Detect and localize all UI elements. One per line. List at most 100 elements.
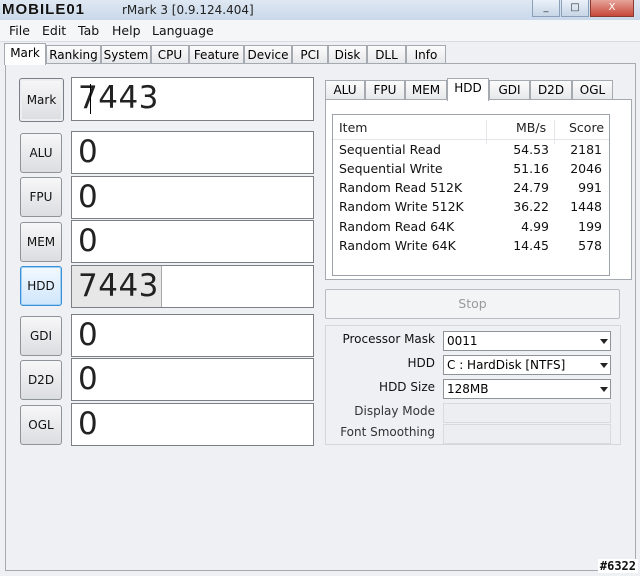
tab-device[interactable]: Device <box>244 45 292 64</box>
result-score: 1448 <box>570 199 602 214</box>
alu-score-value: 0 <box>78 133 99 170</box>
result-item: Random Write 512K <box>339 199 464 214</box>
result-score: 578 <box>578 238 602 253</box>
processor-mask-select[interactable]: 0011 <box>443 331 611 351</box>
hdd-select[interactable]: C : HardDisk [NTFS] <box>443 355 611 375</box>
result-row[interactable]: Sequential Write 51.16 2046 <box>333 160 609 179</box>
result-item: Random Read 512K <box>339 180 463 195</box>
hdd-score-box: 7443 <box>71 265 314 308</box>
watermark-logo: MOBILE01 <box>2 1 86 18</box>
subtab-d2d[interactable]: D2D <box>530 80 572 100</box>
subtab-gdi[interactable]: GDI <box>489 80 530 100</box>
hdd-value: C : HardDisk [NTFS] <box>447 358 566 372</box>
tab-disk[interactable]: Disk <box>328 45 367 64</box>
result-score: 2046 <box>570 161 602 176</box>
fpu-button-label: FPU <box>29 190 53 204</box>
display-mode-label: Display Mode <box>354 404 435 418</box>
mark-button[interactable]: Mark <box>19 78 64 122</box>
mem-score-value: 0 <box>78 222 99 259</box>
tab-ranking[interactable]: Ranking <box>46 45 101 64</box>
ogl-score-box: 0 <box>71 403 314 446</box>
fpu-score-box: 0 <box>71 176 314 219</box>
result-mbs: 54.53 <box>513 142 549 157</box>
subtab-hdd[interactable]: HDD <box>447 78 489 101</box>
maximize-button[interactable]: □ <box>561 0 589 17</box>
text-caret <box>90 84 91 114</box>
tab-mark[interactable]: Mark <box>4 43 46 65</box>
hdd-score-value: 7443 <box>78 267 159 304</box>
d2d-button[interactable]: D2D <box>20 360 62 400</box>
subtab-fpu[interactable]: FPU <box>365 80 405 100</box>
main-tab-strip: Mark Ranking System CPU Feature Device P… <box>4 43 636 65</box>
tab-dll[interactable]: DLL <box>367 45 406 64</box>
mark-score-box: 7443 <box>71 77 314 121</box>
menu-file[interactable]: File <box>9 20 30 41</box>
mem-score-box: 0 <box>71 220 314 263</box>
result-mbs: 4.99 <box>521 219 549 234</box>
fpu-button[interactable]: FPU <box>20 177 62 217</box>
window-title: rMark 3 [0.9.124.404] <box>122 3 254 17</box>
header-mbs[interactable]: MB/s <box>516 120 546 135</box>
close-button[interactable]: X <box>590 0 634 17</box>
hdd-results-list[interactable]: Item MB/s Score Sequential Read 54.53 21… <box>332 114 610 276</box>
benchmark-tab-strip: ALU FPU MEM HDD GDI D2D OGL <box>325 78 631 101</box>
mark-button-label: Mark <box>26 93 57 107</box>
minimize-button[interactable]: _ <box>532 0 560 17</box>
result-row[interactable]: Random Write 512K 36.22 1448 <box>333 198 609 217</box>
hdd-button[interactable]: HDD <box>20 266 62 306</box>
tab-feature[interactable]: Feature <box>189 45 244 64</box>
tab-info[interactable]: Info <box>406 45 446 64</box>
subtab-ogl[interactable]: OGL <box>572 80 613 100</box>
mem-button-label: MEM <box>26 235 56 249</box>
menu-edit[interactable]: Edit <box>42 20 66 41</box>
corner-badge: #6322 <box>597 559 638 573</box>
result-item: Sequential Write <box>339 161 443 176</box>
hdd-button-label: HDD <box>27 279 55 293</box>
result-mbs: 14.45 <box>513 238 549 253</box>
d2d-button-label: D2D <box>27 373 55 387</box>
result-row[interactable]: Random Write 64K 14.45 578 <box>333 237 609 256</box>
result-mbs: 36.22 <box>513 199 549 214</box>
menu-tab[interactable]: Tab <box>78 20 99 41</box>
tab-system[interactable]: System <box>101 45 151 64</box>
menu-help[interactable]: Help <box>112 20 141 41</box>
gdi-button-label: GDI <box>29 329 53 343</box>
alu-button[interactable]: ALU <box>20 133 62 173</box>
hdd-size-select[interactable]: 128MB <box>443 379 611 399</box>
title-bar: MOBILE01 rMark 3 [0.9.124.404] _ □ X <box>0 0 640 20</box>
result-item: Random Write 64K <box>339 238 456 253</box>
processor-mask-value: 0011 <box>447 334 478 348</box>
result-score: 2181 <box>570 142 602 157</box>
ogl-score-value: 0 <box>78 405 99 442</box>
gdi-button[interactable]: GDI <box>20 316 62 356</box>
alu-score-box: 0 <box>71 131 314 174</box>
hdd-size-label: HDD Size <box>379 380 435 394</box>
header-item[interactable]: Item <box>339 120 367 135</box>
result-score: 991 <box>578 180 602 195</box>
result-row[interactable]: Random Read 512K 24.79 991 <box>333 179 609 198</box>
header-score[interactable]: Score <box>569 120 604 135</box>
alu-button-label: ALU <box>29 146 53 160</box>
result-row[interactable]: Random Read 64K 4.99 199 <box>333 218 609 237</box>
subtab-mem[interactable]: MEM <box>405 80 447 100</box>
stop-button[interactable]: Stop <box>325 289 620 319</box>
d2d-score-value: 0 <box>78 360 99 397</box>
result-row[interactable]: Sequential Read 54.53 2181 <box>333 141 609 160</box>
tab-cpu[interactable]: CPU <box>151 45 189 64</box>
result-mbs: 24.79 <box>513 180 549 195</box>
chevron-down-icon <box>600 363 608 368</box>
d2d-score-box: 0 <box>71 358 314 401</box>
app-window: MOBILE01 rMark 3 [0.9.124.404] _ □ X Fil… <box>0 0 640 576</box>
subtab-alu[interactable]: ALU <box>325 80 365 100</box>
mem-button[interactable]: MEM <box>20 222 62 262</box>
display-mode-select <box>443 403 611 423</box>
ogl-button[interactable]: OGL <box>20 405 62 445</box>
menu-language[interactable]: Language <box>152 20 214 41</box>
font-smoothing-label: Font Smoothing <box>340 425 435 439</box>
tab-pci[interactable]: PCI <box>292 45 328 64</box>
ogl-button-label: OGL <box>28 418 54 432</box>
result-item: Sequential Read <box>339 142 441 157</box>
hdd-label: HDD <box>407 356 435 370</box>
chevron-down-icon <box>600 339 608 344</box>
menu-bar: File Edit Tab Help Language <box>0 20 640 42</box>
